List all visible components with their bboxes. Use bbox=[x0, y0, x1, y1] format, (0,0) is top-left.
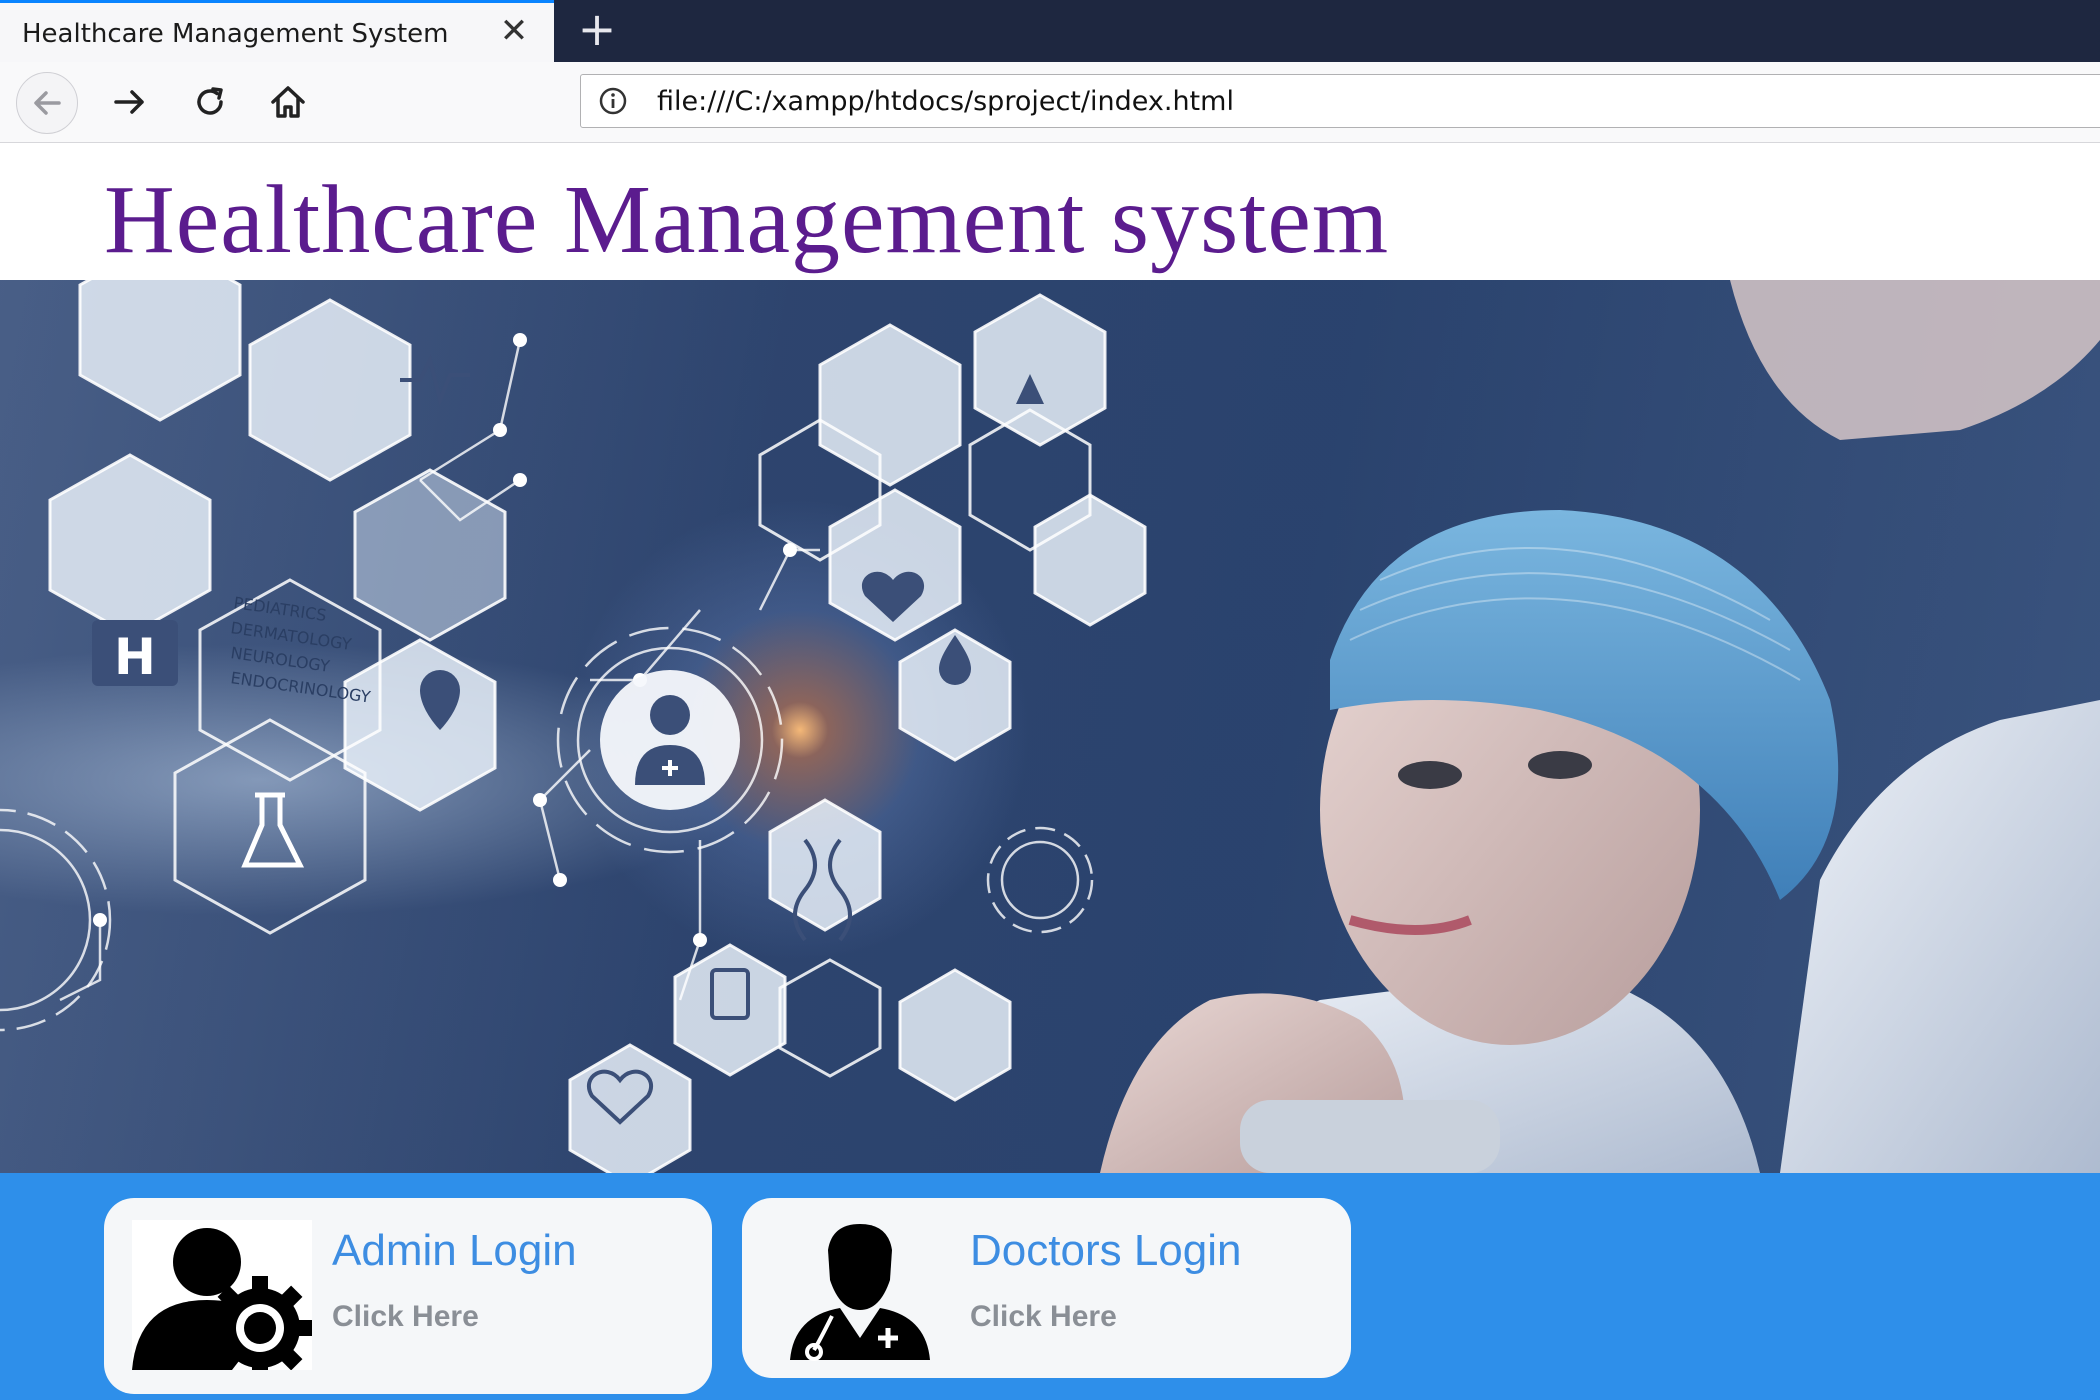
forward-button[interactable] bbox=[100, 72, 160, 132]
hex-label: ENDOCRINOLOGY bbox=[229, 668, 371, 706]
back-button[interactable] bbox=[16, 72, 78, 134]
admin-login-title[interactable]: Admin Login bbox=[332, 1226, 577, 1276]
page-title: Healthcare Management system bbox=[104, 166, 1390, 274]
doctors-login-subtitle[interactable]: Click Here bbox=[970, 1300, 1117, 1334]
admin-gear-icon bbox=[132, 1220, 312, 1380]
reload-button[interactable] bbox=[180, 72, 240, 132]
home-icon bbox=[271, 86, 305, 118]
hero-illustration: PEDIATRICS DERMATOLOGY NEUROLOGY ENDOCRI… bbox=[0, 280, 2100, 1173]
close-icon[interactable]: ✕ bbox=[494, 11, 534, 51]
admin-login-card[interactable]: Admin Login Click Here bbox=[104, 1198, 712, 1394]
tab-title: Healthcare Management System bbox=[22, 19, 449, 49]
admin-login-subtitle[interactable]: Click Here bbox=[332, 1300, 479, 1334]
flask-icon bbox=[241, 792, 305, 868]
url-text: file:///C:/xampp/htdocs/sproject/index.h… bbox=[657, 86, 1234, 117]
svg-text:H: H bbox=[114, 628, 156, 686]
address-bar[interactable]: file:///C:/xampp/htdocs/sproject/index.h… bbox=[580, 74, 2100, 128]
doctors-login-title[interactable]: Doctors Login bbox=[970, 1226, 1241, 1276]
back-arrow-icon bbox=[34, 91, 61, 115]
hero-image: PEDIATRICS DERMATOLOGY NEUROLOGY ENDOCRI… bbox=[0, 280, 2100, 1173]
browser-nav-bar: file:///C:/xampp/htdocs/sproject/index.h… bbox=[0, 62, 2100, 143]
home-button[interactable] bbox=[258, 72, 318, 132]
login-bar: Admin Login Click Here Doctors Login Cli… bbox=[0, 1173, 2100, 1400]
doctors-login-card[interactable]: Doctors Login Click Here bbox=[742, 1198, 1351, 1378]
browser-tab-bar: Healthcare Management System ✕ + bbox=[0, 0, 2100, 62]
doctor-icon bbox=[770, 1220, 950, 1370]
plus-icon[interactable]: + bbox=[572, 4, 622, 54]
reload-icon bbox=[197, 87, 223, 115]
forward-arrow-icon bbox=[114, 90, 144, 114]
browser-tab[interactable]: Healthcare Management System ✕ bbox=[0, 0, 554, 62]
page-content: Healthcare Management system PEDIATRICS … bbox=[0, 143, 2100, 1400]
info-icon[interactable] bbox=[599, 87, 627, 115]
